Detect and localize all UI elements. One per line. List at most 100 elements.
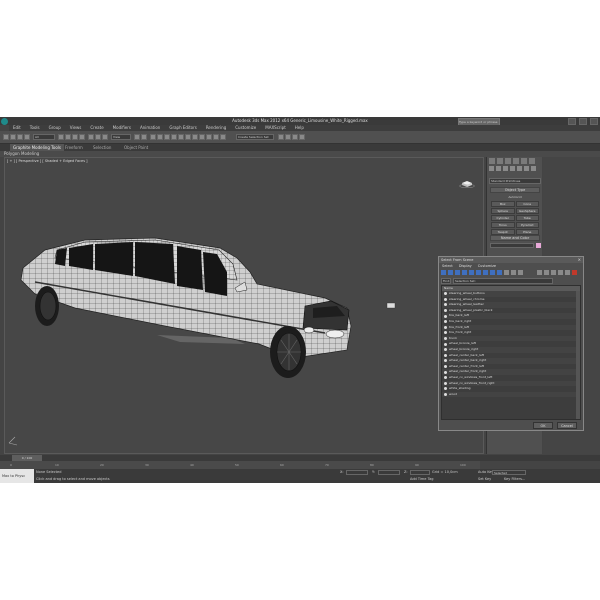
pyramid-button[interactable]: Pyramid — [515, 222, 539, 228]
maximize-icon[interactable] — [579, 118, 587, 125]
select-object-icon[interactable] — [58, 134, 64, 140]
lock-icon[interactable] — [572, 270, 577, 275]
limousine-model[interactable] — [5, 158, 484, 454]
object-color-swatch[interactable] — [536, 243, 541, 248]
hierarchy-icon[interactable] — [544, 270, 549, 275]
layer-manager-icon[interactable] — [199, 134, 205, 140]
modify-tab-icon[interactable] — [497, 158, 503, 164]
layers-icon[interactable] — [558, 270, 563, 275]
redo-icon[interactable] — [10, 134, 16, 140]
window-crossing-icon[interactable] — [79, 134, 85, 140]
cancel-button[interactable]: Cancel — [557, 422, 577, 429]
dialog-menu-customize[interactable]: Customize — [478, 263, 496, 269]
display-xrefs-icon[interactable] — [490, 270, 495, 275]
cameras-icon[interactable] — [510, 166, 515, 171]
x-coordinate-field[interactable] — [346, 470, 368, 475]
selection-set-dropdown[interactable]: Selection Set: — [453, 278, 553, 284]
list-item[interactable]: wood — [442, 391, 580, 398]
find-field[interactable]: Find: — [441, 278, 451, 284]
cone-button[interactable]: Cone — [515, 201, 539, 207]
region-select-icon[interactable] — [72, 134, 78, 140]
schematic-view-icon[interactable] — [220, 134, 226, 140]
y-coordinate-field[interactable] — [378, 470, 400, 475]
select-invert-icon[interactable] — [518, 270, 523, 275]
edit-named-selection-icon[interactable] — [178, 134, 184, 140]
object-category-dropdown[interactable]: Standard Primitives — [489, 178, 541, 184]
undo-icon[interactable] — [3, 134, 9, 140]
perspective-viewport[interactable]: [ + ] [ Perspective ] [ Shaded + Edged F… — [4, 157, 484, 454]
render-production-icon[interactable] — [299, 134, 305, 140]
geosphere-button[interactable]: GeoSphere — [515, 208, 539, 214]
display-bones-icon[interactable] — [497, 270, 502, 275]
shapes-icon[interactable] — [496, 166, 501, 171]
lights-icon[interactable] — [503, 166, 508, 171]
display-cameras-icon[interactable] — [462, 270, 467, 275]
tab-freeform[interactable]: Freeform — [65, 144, 83, 151]
motion-tab-icon[interactable] — [513, 158, 519, 164]
unlink-icon[interactable] — [24, 134, 30, 140]
object-name-field[interactable] — [490, 243, 534, 248]
dialog-menu-select[interactable]: Select — [442, 263, 453, 269]
hierarchy-tab-icon[interactable] — [505, 158, 511, 164]
columns-icon[interactable] — [551, 270, 556, 275]
torus-button[interactable]: Torus — [491, 222, 515, 228]
tab-object-paint[interactable]: Object Paint — [124, 144, 148, 151]
helpers-icon[interactable] — [517, 166, 522, 171]
curve-editor-icon[interactable] — [213, 134, 219, 140]
add-time-tag[interactable]: Add Time Tag — [410, 477, 434, 481]
pivot-icon[interactable] — [134, 134, 140, 140]
sort-icon[interactable] — [537, 270, 542, 275]
rotate-icon[interactable] — [95, 134, 101, 140]
ok-button[interactable]: OK — [533, 422, 553, 429]
named-selection-dropdown[interactable]: Create Selection Set — [236, 134, 274, 140]
z-coordinate-field[interactable] — [410, 470, 430, 475]
link-icon[interactable] — [17, 134, 23, 140]
object-type-rollout[interactable]: Object Type — [490, 187, 540, 193]
rendered-frame-icon[interactable] — [292, 134, 298, 140]
display-geometry-icon[interactable] — [441, 270, 446, 275]
autogrid-checkbox[interactable]: AutoGrid — [490, 195, 540, 199]
tube-button[interactable]: Tube — [515, 215, 539, 221]
render-setup-icon[interactable] — [285, 134, 291, 140]
scale-icon[interactable] — [102, 134, 108, 140]
auto-key-dropdown[interactable]: Selected — [492, 470, 526, 475]
display-shapes-icon[interactable] — [448, 270, 453, 275]
move-icon[interactable] — [88, 134, 94, 140]
spinner-snap-icon[interactable] — [171, 134, 177, 140]
utilities-tab-icon[interactable] — [529, 158, 535, 164]
tab-selection[interactable]: Selection — [93, 144, 111, 151]
cylinder-button[interactable]: Cylinder — [491, 215, 515, 221]
display-groups-icon[interactable] — [483, 270, 488, 275]
graphite-toggle-icon[interactable] — [206, 134, 212, 140]
manipulate-icon[interactable] — [141, 134, 147, 140]
create-tab-icon[interactable] — [489, 158, 495, 164]
spacewarps-icon[interactable] — [524, 166, 529, 171]
box-button[interactable]: Box — [491, 201, 515, 207]
track-bar[interactable]: 0 10 20 30 40 50 60 70 80 90 100 — [0, 461, 480, 469]
name-and-color-rollout[interactable]: Name and Color — [490, 235, 540, 241]
close-icon[interactable] — [590, 118, 598, 125]
material-editor-icon[interactable] — [278, 134, 284, 140]
display-spacewarps-icon[interactable] — [476, 270, 481, 275]
key-filters-button[interactable]: Key Filters... — [504, 477, 525, 481]
minimize-icon[interactable] — [568, 118, 576, 125]
mirror-icon[interactable] — [185, 134, 191, 140]
display-tab-icon[interactable] — [521, 158, 527, 164]
angle-snap-icon[interactable] — [157, 134, 163, 140]
select-all-icon[interactable] — [504, 270, 509, 275]
list-scrollbar[interactable] — [576, 291, 580, 419]
snap-icon[interactable] — [150, 134, 156, 140]
tab-graphite-modeling-tools[interactable]: Graphite Modeling Tools — [10, 144, 65, 151]
geometry-icon[interactable] — [489, 166, 494, 171]
maxscript-listener[interactable]: Max to Physc — [0, 469, 34, 483]
display-helpers-icon[interactable] — [469, 270, 474, 275]
selection-filter-dropdown[interactable]: All — [33, 134, 55, 140]
set-key-label[interactable]: Set Key — [478, 477, 491, 481]
reference-coordinate-dropdown[interactable]: View — [111, 134, 131, 140]
dialog-menu-display[interactable]: Display — [459, 263, 472, 269]
percent-snap-icon[interactable] — [164, 134, 170, 140]
filter-icon[interactable] — [565, 270, 570, 275]
systems-icon[interactable] — [531, 166, 536, 171]
align-icon[interactable] — [192, 134, 198, 140]
select-by-name-icon[interactable] — [65, 134, 71, 140]
